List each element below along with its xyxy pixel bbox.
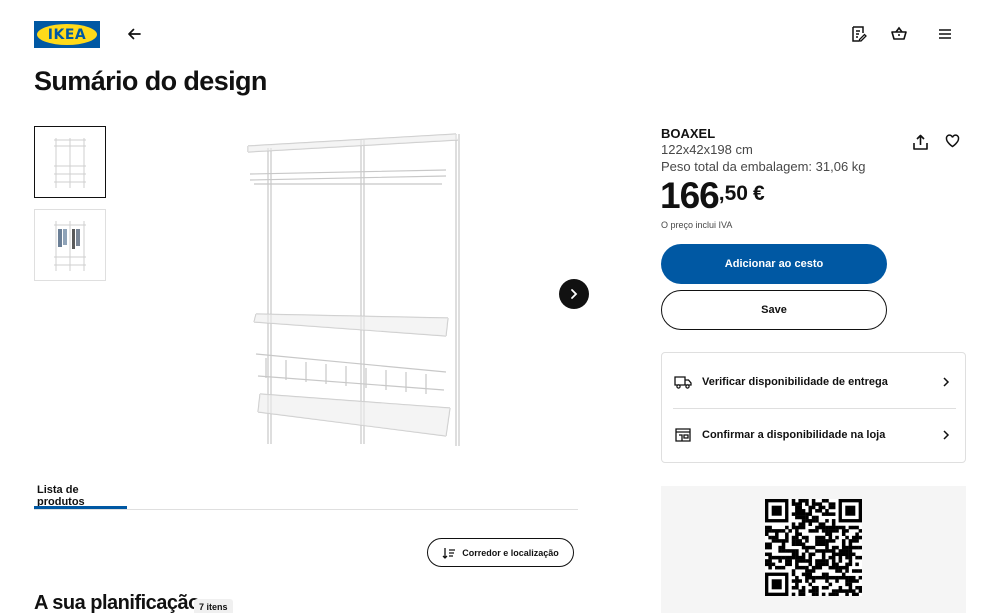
price-integer: 166 xyxy=(660,175,720,216)
chevron-right-icon xyxy=(940,429,952,441)
tabs-divider xyxy=(34,509,578,510)
shopping-list-icon xyxy=(852,26,867,42)
delivery-availability-label: Verificar disponibilidade de entrega xyxy=(702,376,888,388)
plan-title: A sua planificação xyxy=(34,592,200,613)
logo-text: IKEA xyxy=(47,26,87,43)
sort-aisle-location-button[interactable]: Corredor e localização xyxy=(427,538,574,567)
chevron-right-icon xyxy=(940,376,952,388)
arrow-left-icon xyxy=(128,28,141,40)
price-decimal: ,50 xyxy=(718,182,748,205)
sort-label: Corredor e localização xyxy=(462,547,559,558)
logo-oval: IKEA xyxy=(37,24,97,45)
page-title: Sumário do design xyxy=(34,66,267,96)
share-icon xyxy=(912,134,928,150)
product-dimensions: 122x42x198 cm xyxy=(661,142,753,157)
menu-button[interactable] xyxy=(927,16,963,52)
share-button[interactable] xyxy=(906,128,934,156)
truck-icon xyxy=(673,372,693,392)
add-to-cart-button[interactable]: Adicionar ao cesto xyxy=(661,244,887,284)
qr-code-panel xyxy=(661,486,966,613)
item-count-badge: 7 itens xyxy=(194,599,233,613)
sort-icon xyxy=(442,547,456,559)
shopping-list-button[interactable] xyxy=(841,16,877,52)
shopping-bag-icon xyxy=(891,26,907,40)
ikea-logo[interactable]: IKEA xyxy=(34,21,100,48)
availability-panel: Verificar disponibilidade de entrega Con… xyxy=(661,352,966,463)
product-price: 166 ,50 € xyxy=(660,176,765,216)
store-availability-label: Confirmar a disponibilidade na loja xyxy=(702,429,886,441)
qr-code xyxy=(765,499,863,597)
product-weight: Peso total da embalagem: 31,06 kg xyxy=(661,159,866,174)
thumbnail-shelving[interactable] xyxy=(34,126,106,198)
vat-note: O preço inclui IVA xyxy=(661,220,733,230)
product-name: BOAXEL xyxy=(661,126,716,141)
save-button[interactable]: Save xyxy=(661,290,887,330)
shelving-thumbnail-image xyxy=(54,138,86,188)
delivery-availability-row[interactable]: Verificar disponibilidade de entrega xyxy=(673,355,956,409)
thumbnail-shelving-with-clothes[interactable] xyxy=(34,209,106,281)
price-currency: € xyxy=(752,182,765,205)
chevron-right-icon xyxy=(571,289,578,299)
main-product-image xyxy=(236,126,476,452)
menu-icon xyxy=(939,29,951,39)
shopping-bag-button[interactable] xyxy=(881,16,917,52)
store-availability-row[interactable]: Confirmar a disponibilidade na loja xyxy=(673,408,956,462)
favourite-button[interactable] xyxy=(938,127,966,155)
heart-icon xyxy=(945,134,959,148)
next-image-button[interactable] xyxy=(559,279,589,309)
store-icon xyxy=(673,425,693,445)
shelving-with-clothes-thumbnail-image xyxy=(54,221,86,271)
back-button[interactable] xyxy=(116,16,152,52)
